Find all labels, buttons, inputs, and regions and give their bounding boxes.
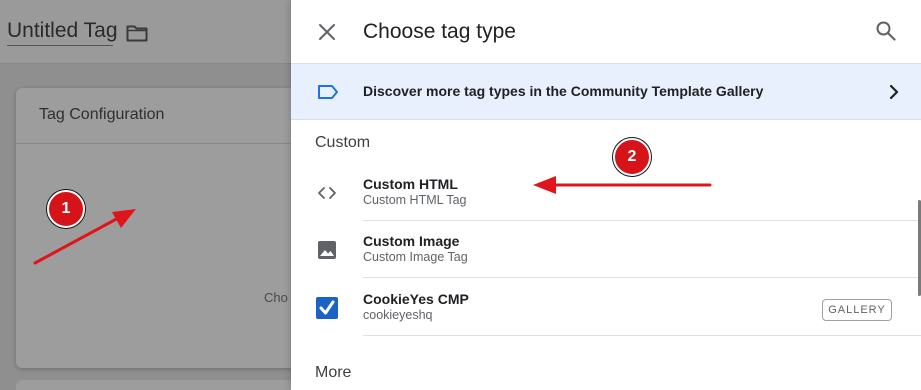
choose-tag-type-panel: Choose tag type Discover more tag types …	[291, 0, 921, 390]
tag-type-name: Custom HTML	[363, 176, 458, 192]
card-title: Tag Configuration	[39, 106, 165, 123]
banner-text: Discover more tag types in the Community…	[363, 83, 764, 99]
tag-type-custom-html[interactable]: Custom HTML Custom HTML Tag	[291, 165, 921, 221]
panel-title: Choose tag type	[363, 20, 516, 43]
search-icon[interactable]	[875, 20, 897, 42]
second-card	[16, 380, 316, 390]
gallery-badge: GALLERY	[822, 299, 892, 321]
checkbox-logo-icon	[316, 297, 338, 319]
annotation-badge-2: 2	[613, 138, 651, 176]
row-divider	[363, 335, 921, 336]
row-divider	[363, 277, 921, 278]
section-heading-custom: Custom	[315, 134, 371, 151]
chevron-right-icon	[889, 84, 899, 100]
title-underline	[7, 45, 113, 46]
page-header: Untitled Tag	[0, 0, 291, 64]
annotation-badge-1: 1	[47, 190, 85, 228]
page-title[interactable]: Untitled Tag	[7, 19, 118, 43]
image-icon	[318, 241, 336, 259]
tag-type-subtitle: Custom Image Tag	[363, 250, 468, 264]
card-hint-text[interactable]: Cho	[264, 290, 288, 305]
tag-type-cookieyes-cmp[interactable]: CookieYes CMP cookieyeshq GALLERY	[291, 280, 921, 336]
tag-configuration-card: Tag Configuration Cho	[16, 88, 316, 368]
label-icon	[318, 85, 338, 99]
section-heading-more: More	[315, 364, 352, 381]
close-icon[interactable]	[315, 20, 339, 44]
code-icon	[318, 187, 336, 199]
community-gallery-banner[interactable]: Discover more tag types in the Community…	[291, 64, 921, 120]
tag-type-subtitle: cookieyeshq	[363, 308, 433, 322]
tag-type-subtitle: Custom HTML Tag	[363, 193, 467, 207]
tag-type-name: Custom Image	[363, 233, 460, 249]
panel-header: Choose tag type	[291, 0, 921, 64]
tag-type-custom-image[interactable]: Custom Image Custom Image Tag	[291, 222, 921, 278]
card-divider	[16, 143, 316, 144]
tag-type-name: CookieYes CMP	[363, 291, 469, 307]
folder-icon[interactable]	[126, 24, 148, 42]
row-divider	[363, 220, 921, 221]
